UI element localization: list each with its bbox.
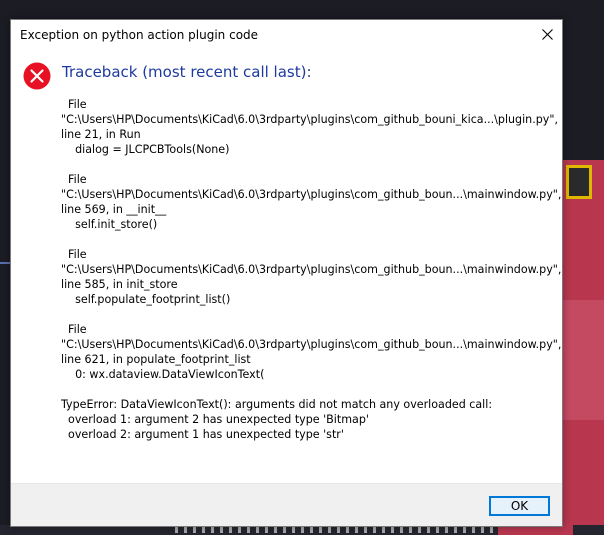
traceback-line: "C:\Users\HP\Documents\KiCad\6.0\3rdpart…	[61, 338, 562, 351]
traceback-line: line 569, in __init__	[61, 203, 167, 216]
traceback-heading: Traceback (most recent call last):	[62, 63, 312, 81]
traceback-line: line 585, in init_store	[61, 278, 178, 291]
ok-button[interactable]: OK	[489, 496, 550, 516]
traceback-line: overload 2: argument 1 has unexpected ty…	[61, 428, 344, 441]
traceback-text: File "C:\Users\HP\Documents\KiCad\6.0\3r…	[61, 97, 561, 442]
dialog-titlebar[interactable]: Exception on python action plugin code	[11, 20, 562, 50]
close-button[interactable]	[532, 20, 562, 48]
traceback-line: File	[61, 173, 87, 186]
traceback-line: self.populate_footprint_list()	[61, 293, 231, 306]
dialog-content: Traceback (most recent call last): File …	[11, 50, 562, 483]
traceback-line: "C:\Users\HP\Documents\KiCad\6.0\3rdpart…	[61, 263, 562, 276]
dialog-footer: OK	[11, 483, 562, 526]
traceback-line: line 21, in Run	[61, 128, 141, 141]
close-icon	[541, 28, 553, 40]
traceback-line: 0: wx.dataview.DataViewIconText(	[61, 368, 265, 381]
pcb-trace	[0, 262, 10, 264]
traceback-line: File	[61, 98, 87, 111]
traceback-line: TypeError: DataViewIconText(): arguments…	[61, 398, 493, 411]
error-circle-icon	[23, 62, 51, 90]
pcb-pin-row	[175, 527, 495, 533]
traceback-line: "C:\Users\HP\Documents\KiCad\6.0\3rdpart…	[61, 113, 558, 126]
traceback-line: File	[61, 323, 87, 336]
traceback-line: self.init_store()	[61, 218, 158, 231]
dialog-title: Exception on python action plugin code	[20, 28, 259, 42]
traceback-line: overload 1: argument 2 has unexpected ty…	[61, 413, 369, 426]
traceback-line: line 621, in populate_footprint_list	[61, 353, 251, 366]
traceback-line: File	[61, 248, 87, 261]
pcb-pad	[566, 165, 592, 199]
exception-dialog: Exception on python action plugin code T…	[10, 19, 563, 527]
pcb-copper-pour	[562, 300, 604, 420]
traceback-line: dialog = JLCPCBTools(None)	[61, 143, 230, 156]
traceback-line: "C:\Users\HP\Documents\KiCad\6.0\3rdpart…	[61, 188, 562, 201]
